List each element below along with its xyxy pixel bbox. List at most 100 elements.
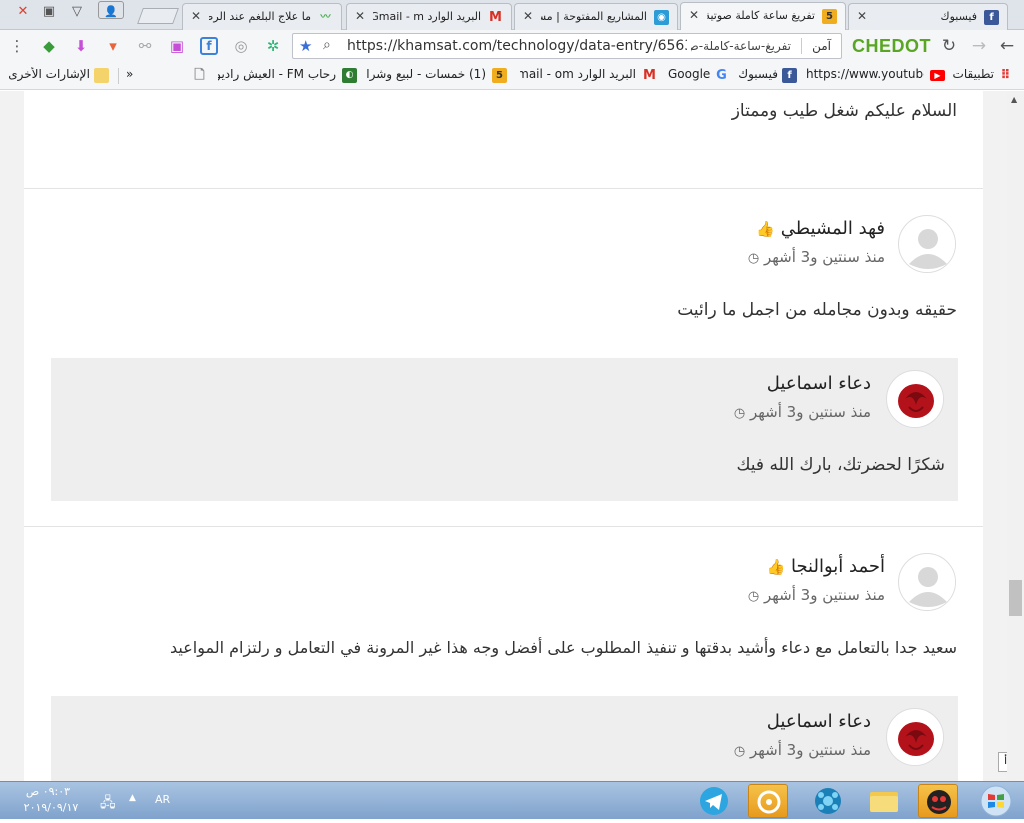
link-icon[interactable]: ⚯ — [136, 37, 154, 55]
avatar[interactable] — [886, 370, 944, 428]
tab-title: البريد الوارد Gmail - m — [373, 10, 481, 23]
apps-icon: ⠿ — [1000, 68, 1011, 83]
facebook-icon: f — [984, 10, 999, 25]
author-name[interactable]: أحمد أبوالنجا — [791, 556, 885, 577]
tab-1-active[interactable]: 5 تفريغ ساعة كاملة صوتية ✕ — [680, 2, 846, 31]
divider — [801, 38, 802, 54]
clock-date[interactable]: ٢٠١٩/٠٩/١٧ — [18, 801, 84, 814]
tab-3[interactable]: M البريد الوارد Gmail - m ✕ — [346, 3, 512, 30]
search-icon: ⌕ — [323, 37, 331, 53]
scrollbar-thumb[interactable] — [1009, 580, 1022, 616]
maximize-window-icon[interactable]: ▣ — [38, 2, 60, 22]
tab-title: المشاريع المفتوحة | مستقل — [541, 10, 647, 23]
user-profile-icon[interactable]: 👤 — [98, 1, 124, 19]
reply-author[interactable]: دعاء اسماعيل — [767, 373, 871, 394]
radio-icon: ◐ — [342, 68, 357, 83]
start-button[interactable]: ابدأ — [998, 752, 1007, 772]
clock-time[interactable]: ٠٩:٠٣ ص — [18, 785, 78, 798]
bookmark-youtube[interactable]: https://www.youtube — [806, 67, 924, 81]
bookmark-gmail[interactable]: البريد الوارد Gmail - om — [520, 67, 636, 81]
khamsat-icon: 5 — [822, 9, 837, 24]
avatar[interactable] — [898, 553, 956, 611]
divider — [24, 188, 983, 189]
media-player-icon[interactable] — [808, 784, 848, 818]
bookmark-google[interactable]: Google — [668, 67, 710, 81]
menu-window-icon[interactable]: ▽ — [66, 2, 88, 22]
comment-text: السلام عليكم شغل طيب وممتاز — [731, 101, 957, 121]
comment-time: منذ سنتين و3 أشهر ◷ — [748, 586, 885, 604]
avatar[interactable] — [898, 215, 956, 273]
reply-author[interactable]: دعاء اسماعيل — [767, 711, 871, 732]
author-name[interactable]: فهد المشيطي — [781, 218, 885, 239]
thumbs-up-icon: 👍 — [766, 558, 786, 576]
google-icon: G — [716, 68, 727, 83]
time-text: منذ سنتين و3 أشهر — [749, 741, 871, 759]
browser-brand-logo: CHEDOT — [852, 36, 931, 56]
clock-icon: ◷ — [747, 589, 760, 604]
scroll-up-icon[interactable]: ▲ — [1011, 95, 1017, 104]
time-text: منذ سنتين و3 أشهر — [763, 586, 885, 604]
extension-globe-icon[interactable]: ◆ — [40, 37, 58, 55]
screen-icon[interactable]: ▣ — [168, 37, 186, 55]
network-icon[interactable]: 🖧 — [100, 792, 116, 816]
download-icon[interactable]: ⬇ — [72, 37, 90, 55]
comment-author[interactable]: فهد المشيطي 👍 — [756, 218, 885, 239]
close-tab-icon[interactable]: ✕ — [523, 9, 533, 23]
chedot-browser-icon[interactable] — [918, 784, 958, 818]
new-tab-button[interactable] — [137, 8, 179, 24]
start-menu-icon[interactable] — [976, 784, 1016, 818]
close-tab-icon[interactable]: ✕ — [689, 8, 699, 22]
scrollbar[interactable]: ▲ — [1007, 91, 1024, 781]
secure-label[interactable]: آمن — [812, 39, 831, 53]
facebook-icon: f — [782, 68, 797, 83]
comment-text: سعيد جدا بالتعامل مع دعاء وأشيد بدقتها و… — [169, 638, 957, 657]
time-text: منذ سنتين و3 أشهر — [763, 248, 885, 266]
avatar[interactable] — [886, 708, 944, 766]
bookmark-facebook[interactable]: فيسبوك — [734, 67, 778, 81]
forward-icon[interactable]: → — [970, 37, 988, 55]
pocket-icon[interactable]: ▾ — [104, 37, 122, 55]
page-content: السلام عليكم شغل طيب وممتاز فهد المشيطي … — [0, 91, 1007, 781]
whatsapp-icon[interactable]: ◎ — [232, 37, 250, 55]
menu-dots-icon[interactable]: ⋮ — [8, 37, 26, 55]
divider — [24, 526, 983, 527]
facebook-ext-icon[interactable]: f — [200, 37, 218, 55]
gmail-icon: M — [489, 10, 502, 25]
tab-0[interactable]: f فيسبوك ✕ — [848, 3, 1008, 30]
settings-gear-icon[interactable]: ✲ — [264, 37, 282, 55]
reload-icon[interactable]: ↻ — [940, 37, 958, 55]
tab-bar: ✕ ▣ ▽ 👤 〰 ما علاج البلغم عند الرضع ✕ M ا… — [0, 0, 1024, 31]
bookmark-radio[interactable]: رحاب FM - العيش راديو ا — [218, 67, 336, 81]
bookmark-khamsat[interactable]: (1) خمسات - لبيع وشراء ال — [366, 67, 486, 81]
bookmark-star-icon[interactable]: ★ — [299, 37, 312, 55]
address-bar[interactable]: ★ ⌕ https://khamsat.com/technology/data-… — [292, 33, 842, 59]
url-rtl-text[interactable]: تفريغ-ساعة-كاملة-ص — [691, 39, 791, 53]
close-tab-icon[interactable]: ✕ — [191, 9, 201, 23]
language-indicator[interactable]: AR — [155, 793, 170, 806]
tab-4[interactable]: 〰 ما علاج البلغم عند الرضع ✕ — [182, 3, 342, 30]
close-tab-icon[interactable]: ✕ — [857, 9, 867, 23]
file-explorer-icon[interactable] — [864, 784, 904, 818]
youtube-icon: ▶ — [930, 70, 945, 81]
comment-author[interactable]: أحمد أبوالنجا 👍 — [767, 556, 885, 577]
gmail-icon: M — [643, 68, 656, 83]
bookmarks-bar: ⠿ تطبيقات ▶ https://www.youtube f فيسبوك… — [0, 62, 1024, 90]
reply-time: منذ سنتين و3 أشهر ◷ — [734, 403, 871, 421]
close-window-icon[interactable]: ✕ — [12, 2, 34, 22]
bookmark-other[interactable]: الإشارات الأخرى — [8, 67, 90, 81]
helm-app-icon[interactable] — [748, 784, 788, 818]
tab-favicon-icon: 〰 — [320, 12, 331, 23]
tab-2[interactable]: ◉ المشاريع المفتوحة | مستقل ✕ — [514, 3, 678, 30]
tray-expand-icon[interactable]: ▲ — [129, 793, 136, 803]
back-icon[interactable]: ← — [998, 37, 1016, 55]
mostaql-icon: ◉ — [654, 10, 669, 25]
telegram-icon[interactable] — [694, 784, 734, 818]
clock-icon: ◷ — [733, 406, 746, 421]
time-text: منذ سنتين و3 أشهر — [749, 403, 871, 421]
bookmark-apps[interactable]: تطبيقات — [948, 67, 994, 81]
taskbar: ٠٩:٠٣ ص ٢٠١٩/٠٩/١٧ 🖧 ▲ AR — [0, 781, 1024, 819]
tab-title: تفريغ ساعة كاملة صوتية — [707, 9, 815, 22]
close-tab-icon[interactable]: ✕ — [355, 9, 365, 23]
url-text[interactable]: https://khamsat.com/technology/data-entr… — [347, 38, 687, 54]
bookmarks-overflow-button[interactable]: » — [126, 67, 140, 81]
